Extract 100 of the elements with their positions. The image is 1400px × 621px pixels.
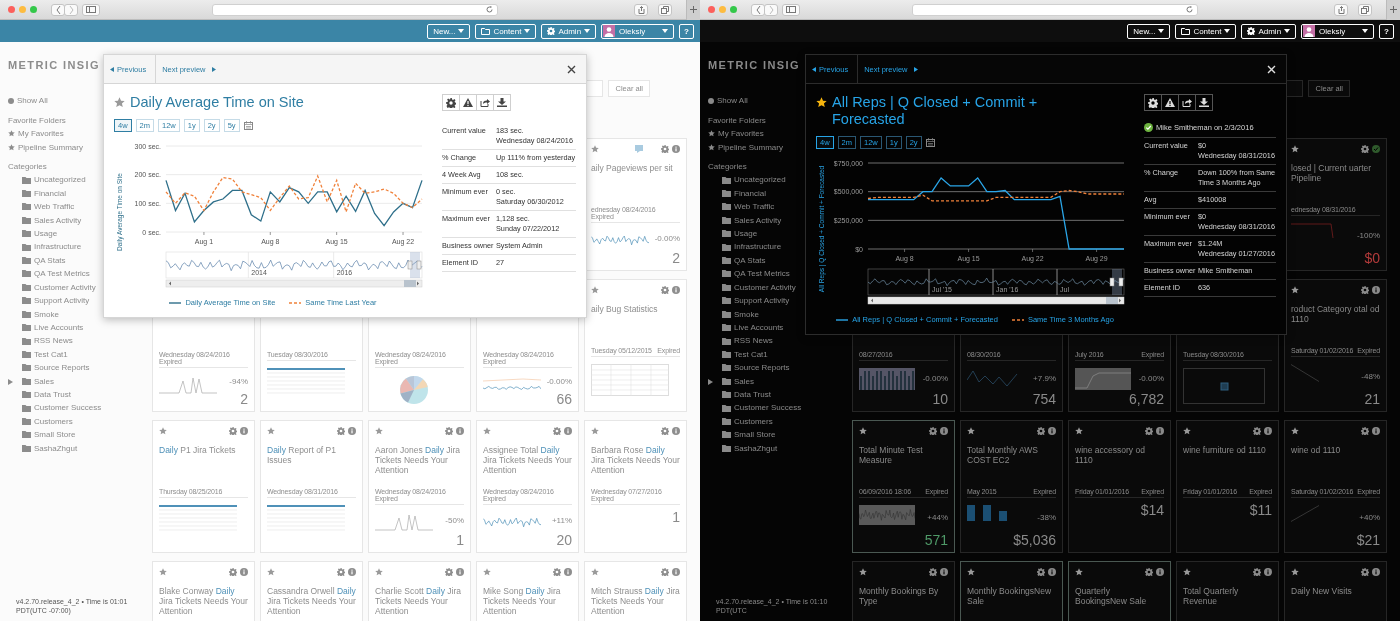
star-icon[interactable] xyxy=(591,286,599,294)
user-menu[interactable]: Oleksiy xyxy=(601,23,675,39)
category-item[interactable]: Small Store xyxy=(708,428,776,442)
admin-button[interactable]: Admin xyxy=(541,23,597,39)
expand-triangle-icon[interactable] xyxy=(708,378,713,385)
star-icon[interactable] xyxy=(114,97,125,108)
info-icon[interactable] xyxy=(1264,427,1272,435)
category-item[interactable]: Source Reports xyxy=(8,361,90,375)
category-item[interactable]: QA Stats xyxy=(708,253,766,268)
info-icon[interactable] xyxy=(940,427,948,435)
navigator-drawing[interactable] xyxy=(867,268,1125,305)
category-item[interactable]: Usage xyxy=(708,227,758,241)
calendar-icon[interactable] xyxy=(925,138,935,147)
info-icon[interactable] xyxy=(564,568,572,576)
star-icon[interactable] xyxy=(1183,568,1191,576)
star-icon[interactable] xyxy=(375,427,383,435)
tile-card[interactable]: Mitch Strauss Daily Jira Tickets Needs Your Attention xyxy=(584,561,687,621)
info-icon[interactable] xyxy=(1048,427,1056,435)
category-item[interactable]: SashaZhgut xyxy=(708,441,778,455)
star-icon[interactable] xyxy=(1291,568,1299,576)
category-item[interactable]: Data Trust xyxy=(708,387,771,402)
reload-icon[interactable] xyxy=(486,6,493,13)
info-icon[interactable] xyxy=(1048,568,1056,576)
calendar-icon[interactable] xyxy=(243,121,253,130)
content-button[interactable]: Content xyxy=(475,23,537,39)
category-item[interactable]: Support Activity xyxy=(708,294,790,308)
category-item[interactable]: Sales xyxy=(708,374,754,388)
tile-title[interactable]: aily Pageviews per sit xyxy=(591,163,680,199)
category-item[interactable]: Sales xyxy=(8,374,54,388)
star-icon[interactable] xyxy=(375,568,383,576)
category-item[interactable]: RSS News xyxy=(708,334,773,348)
category-item[interactable]: QA Stats xyxy=(8,253,66,268)
info-icon[interactable] xyxy=(1372,427,1380,435)
star-icon[interactable] xyxy=(483,427,491,435)
tile-title[interactable]: losed | Current uarter Pipeline xyxy=(1291,163,1380,199)
tile-title[interactable]: Mike Song Daily Jira Tickets Needs Your Attention xyxy=(483,586,572,621)
info-icon[interactable] xyxy=(1156,427,1164,435)
close-window-button[interactable] xyxy=(708,6,715,13)
category-item[interactable]: Uncategorized xyxy=(8,173,86,187)
star-icon[interactable] xyxy=(267,427,275,435)
category-item[interactable]: Smoke xyxy=(8,307,59,321)
category-item[interactable]: Web Traffic xyxy=(8,200,75,214)
info-icon[interactable] xyxy=(564,427,572,435)
star-icon[interactable] xyxy=(1183,427,1191,435)
category-item[interactable]: Small Store xyxy=(8,428,76,442)
category-item[interactable]: Test Cat1 xyxy=(708,347,768,362)
share-button[interactable] xyxy=(1178,94,1196,111)
star-icon[interactable] xyxy=(967,568,975,576)
tile-card[interactable]: Quarterly BookingsNew Sale xyxy=(1068,561,1171,621)
tile-title[interactable]: Daily New Visits xyxy=(1291,586,1380,621)
tile-title[interactable]: Charlie Scott Daily Jira Tickets Needs Your Attention xyxy=(375,586,464,621)
back-button[interactable] xyxy=(751,3,765,16)
new-tab-button[interactable] xyxy=(1386,0,1400,20)
tile-card[interactable]: Blake Conway Daily Jira Tickets Needs Your Attention xyxy=(152,561,255,621)
star-icon[interactable] xyxy=(159,568,167,576)
category-item[interactable]: Customer Success xyxy=(8,401,102,415)
tile-title[interactable]: Daily P1 Jira Tickets xyxy=(159,445,248,481)
tile-title[interactable]: Monthly BookingsNew Sale xyxy=(967,586,1056,621)
content-button[interactable]: Content xyxy=(1175,23,1237,39)
tile-title[interactable]: aily Bug Statistics xyxy=(591,304,680,340)
star-icon[interactable] xyxy=(1291,427,1299,435)
category-item[interactable]: Financial xyxy=(8,186,66,201)
sidebar-item[interactable]: Show All xyxy=(8,94,48,108)
tile-title[interactable]: Cassandra Orwell Daily Jira Tickets Needs Your Attention xyxy=(267,586,356,621)
help-button[interactable]: ? xyxy=(679,23,694,39)
category-item[interactable]: Web Traffic xyxy=(708,200,775,214)
info-icon[interactable] xyxy=(1156,568,1164,576)
category-item[interactable]: Source Reports xyxy=(708,361,790,375)
sidebar-button[interactable] xyxy=(82,3,100,16)
category-item[interactable]: Customers xyxy=(8,414,73,429)
tile-card[interactable]: Cassandra Orwell Daily Jira Tickets Needs Your Attention xyxy=(260,561,363,621)
info-icon[interactable] xyxy=(672,286,680,294)
tile-card[interactable]: Charlie Scott Daily Jira Tickets Needs Your Attention xyxy=(368,561,471,621)
tile-card[interactable]: Monthly Bookings By Type xyxy=(852,561,955,621)
star-icon[interactable] xyxy=(591,145,599,153)
category-item[interactable]: Customer Success xyxy=(708,401,802,415)
star-icon[interactable] xyxy=(816,97,827,108)
star-icon[interactable] xyxy=(967,427,975,435)
tile-title[interactable]: Mitch Strauss Daily Jira Tickets Needs Your Attention xyxy=(591,586,680,621)
category-item[interactable]: SashaZhgut xyxy=(8,441,78,455)
star-icon[interactable] xyxy=(1075,427,1083,435)
info-icon[interactable] xyxy=(940,568,948,576)
category-item[interactable]: Customer Activity xyxy=(708,280,796,295)
user-menu[interactable]: Oleksiy xyxy=(1301,23,1375,39)
info-icon[interactable] xyxy=(240,427,248,435)
star-icon[interactable] xyxy=(859,568,867,576)
category-item[interactable]: QA Test Metrics xyxy=(8,267,90,281)
tile-title[interactable]: Total Minute Test Measure xyxy=(859,445,948,481)
tile-title[interactable]: Blake Conway Daily Jira Tickets Needs Your Attention xyxy=(159,586,248,621)
admin-button[interactable]: Admin xyxy=(1241,23,1297,39)
category-item[interactable]: Customer Activity xyxy=(8,280,96,295)
star-icon[interactable] xyxy=(159,427,167,435)
back-button[interactable] xyxy=(51,3,65,16)
star-icon[interactable] xyxy=(1291,145,1299,153)
info-icon[interactable] xyxy=(672,145,680,153)
sidebar-item[interactable]: My Favorites xyxy=(708,127,764,141)
new-button[interactable]: New... xyxy=(1127,23,1171,39)
category-item[interactable]: Live Accounts xyxy=(8,320,84,335)
category-item[interactable]: Infrastructure xyxy=(8,240,82,254)
tile-title[interactable]: Monthly Bookings By Type xyxy=(859,586,948,621)
